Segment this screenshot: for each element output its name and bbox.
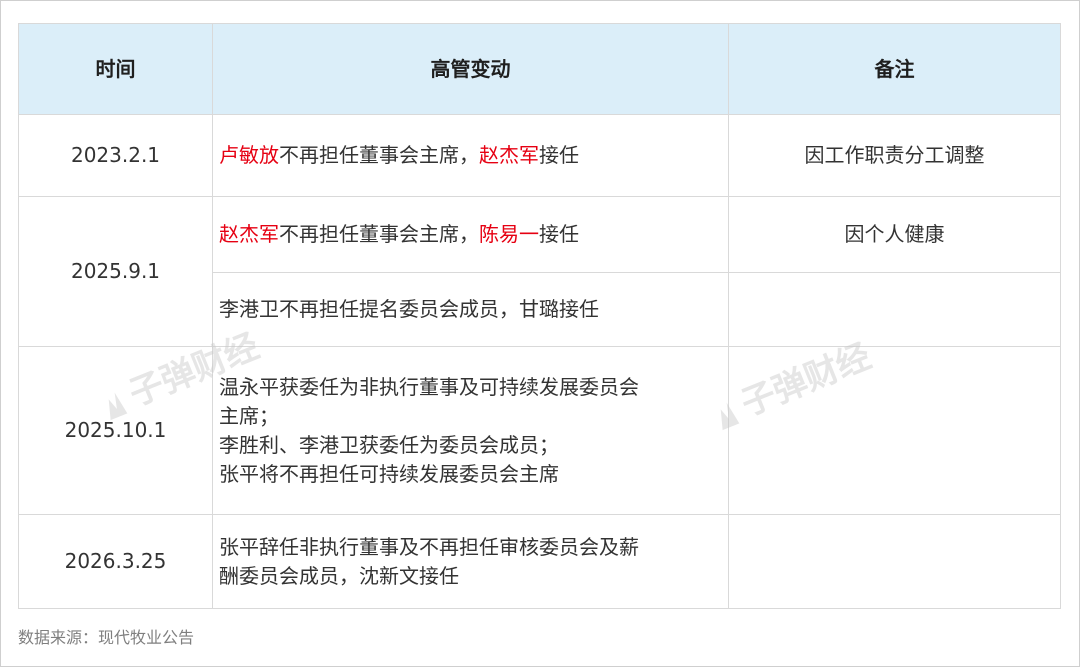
change-text: 接任 (539, 143, 579, 167)
change-line: 酬委员会成员，沈新文接任 (219, 563, 459, 588)
row-change: 李港卫不再担任提名委员会成员，甘璐接任 (212, 272, 729, 347)
change-line: 张平将不再担任可持续发展委员会主席 (219, 461, 559, 486)
table-row: 2025.10.1 温永平获委任为非执行董事及可持续发展委员会 主席； 李胜利、… (18, 346, 1061, 515)
header-change: 高管变动 (212, 23, 729, 115)
row-note (728, 514, 1061, 609)
header-time: 时间 (18, 23, 213, 115)
change-line: 李胜利、李港卫获委任为委员会成员； (219, 432, 559, 457)
header-note: 备注 (728, 23, 1061, 115)
change-text: 不再担任董事会主席， (279, 222, 479, 246)
row-note: 因个人健康 (728, 196, 1061, 273)
row-change: 卢敏放不再担任董事会主席，赵杰军接任 (212, 114, 729, 197)
table-row: 2026.3.25 张平辞任非执行董事及不再担任审核委员会及薪 酬委员会成员，沈… (18, 514, 1061, 609)
row-date: 2025.10.1 (18, 346, 213, 515)
table-header-row: 时间 高管变动 备注 (18, 23, 1061, 115)
row-change: 温永平获委任为非执行董事及可持续发展委员会 主席； 李胜利、李港卫获委任为委员会… (212, 346, 729, 515)
change-line: 主席； (219, 403, 279, 428)
row-date: 2026.3.25 (18, 514, 213, 609)
row-note (728, 346, 1061, 515)
row-date: 2023.2.1 (18, 114, 213, 197)
change-text: 接任 (539, 222, 579, 246)
row-note: 因工作职责分工调整 (728, 114, 1061, 197)
row-date: 2025.9.1 (18, 196, 213, 347)
person-name-highlight: 赵杰军 (219, 222, 279, 246)
row-note (728, 272, 1061, 347)
change-text: 不再担任董事会主席， (279, 143, 479, 167)
person-name-highlight: 陈易一 (479, 222, 539, 246)
row-change: 张平辞任非执行董事及不再担任审核委员会及薪 酬委员会成员，沈新文接任 (212, 514, 729, 609)
change-line: 张平辞任非执行董事及不再担任审核委员会及薪 (219, 534, 639, 559)
table-row: 2023.2.1 卢敏放不再担任董事会主席，赵杰军接任 因工作职责分工调整 (18, 114, 1061, 197)
table-row: 2025.9.1 赵杰军不再担任董事会主席，陈易一接任 因个人健康 (18, 196, 1061, 347)
person-name-highlight: 赵杰军 (479, 143, 539, 167)
row-change: 赵杰军不再担任董事会主席，陈易一接任 (212, 196, 729, 273)
data-source-note: 数据来源：现代牧业公告 (18, 628, 195, 647)
executive-changes-table: 时间 高管变动 备注 2023.2.1 卢敏放不再担任董事会主席，赵杰军接任 因… (18, 23, 1061, 609)
change-line: 温永平获委任为非执行董事及可持续发展委员会 (219, 374, 639, 399)
person-name-highlight: 卢敏放 (219, 143, 279, 167)
